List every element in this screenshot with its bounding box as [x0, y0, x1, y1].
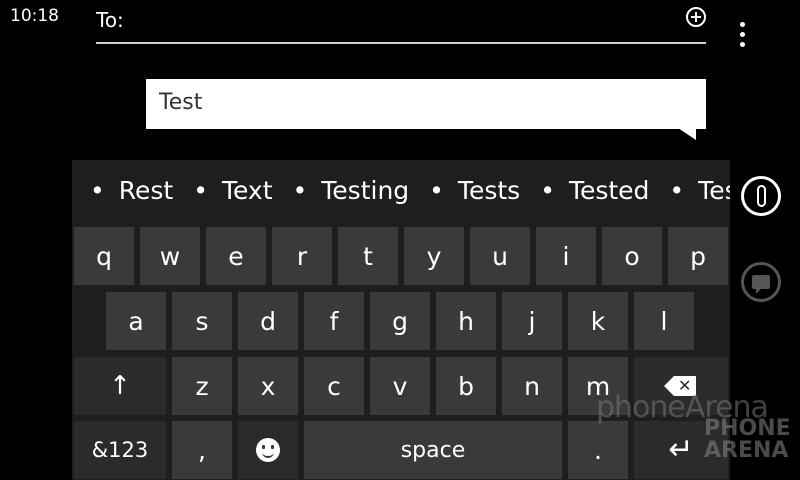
symbols-key[interactable]: &123 — [74, 421, 166, 479]
to-field[interactable]: To: — [96, 4, 706, 44]
key-n[interactable]: n — [502, 357, 562, 415]
key-p[interactable]: p — [668, 227, 728, 285]
key-j[interactable]: j — [502, 292, 562, 350]
key-h[interactable]: h — [436, 292, 496, 350]
voice-button[interactable] — [741, 262, 781, 302]
key-b[interactable]: b — [436, 357, 496, 415]
key-z[interactable]: z — [172, 357, 232, 415]
space-key[interactable]: space — [304, 421, 562, 479]
enter-icon: ↵ — [668, 432, 694, 467]
key-y[interactable]: y — [404, 227, 464, 285]
key-q[interactable]: q — [74, 227, 134, 285]
period-key[interactable]: . — [568, 421, 628, 479]
key-a[interactable]: a — [106, 292, 166, 350]
message-text: Test — [159, 90, 203, 115]
suggestion-bar: Rest Text Testing Tests Tested Testimo — [72, 160, 730, 220]
message-input[interactable]: Test — [146, 79, 706, 129]
key-f[interactable]: f — [304, 292, 364, 350]
more-options-icon[interactable] — [740, 22, 746, 48]
key-u[interactable]: u — [470, 227, 530, 285]
keyboard: q w e r t y u i o p a s d f g h j k l ↑ z x c v b n m ✕ &123, space. ↵ — [72, 220, 730, 480]
suggestion-4[interactable]: Tested — [540, 176, 649, 205]
key-s[interactable]: s — [172, 292, 232, 350]
shift-key[interactable]: ↑ — [74, 357, 166, 415]
key-l[interactable]: l — [634, 292, 694, 350]
voice-icon — [752, 275, 770, 294]
key-d[interactable]: d — [238, 292, 298, 350]
key-e[interactable]: e — [206, 227, 266, 285]
shift-icon: ↑ — [109, 371, 131, 401]
key-c[interactable]: c — [304, 357, 364, 415]
key-v[interactable]: v — [370, 357, 430, 415]
key-w[interactable]: w — [140, 227, 200, 285]
key-r[interactable]: r — [272, 227, 332, 285]
comma-key[interactable]: , — [172, 421, 232, 479]
key-o[interactable]: o — [602, 227, 662, 285]
suggestion-3[interactable]: Tests — [429, 176, 520, 205]
key-t[interactable]: t — [338, 227, 398, 285]
key-k[interactable]: k — [568, 292, 628, 350]
watermark-line-1: PHONE — [704, 416, 791, 441]
watermark-line-2: ARENA — [704, 438, 789, 463]
suggestion-2[interactable]: Testing — [293, 176, 410, 205]
status-time: 10:18 — [10, 6, 59, 26]
emoji-icon — [256, 438, 280, 462]
key-g[interactable]: g — [370, 292, 430, 350]
key-x[interactable]: x — [238, 357, 298, 415]
watermark-logo-block: PHONE ARENA — [704, 418, 794, 462]
suggestion-1[interactable]: Text — [193, 176, 272, 205]
add-recipient-icon[interactable] — [686, 7, 706, 27]
to-label: To: — [96, 8, 124, 32]
suggestion-5[interactable]: Testimo — [669, 176, 730, 205]
key-i[interactable]: i — [536, 227, 596, 285]
attach-button[interactable] — [741, 176, 781, 216]
suggestion-0[interactable]: Rest — [90, 176, 173, 205]
emoji-key[interactable] — [238, 421, 298, 479]
attach-icon — [756, 185, 766, 207]
bubble-tail — [678, 128, 696, 140]
